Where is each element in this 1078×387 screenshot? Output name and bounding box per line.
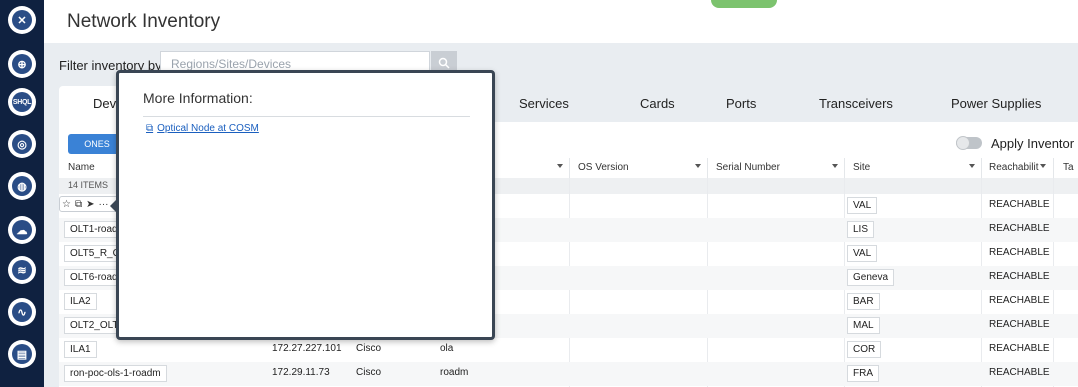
type-cell: ola — [440, 343, 454, 354]
column-site[interactable]: Site — [853, 162, 870, 173]
site-cell: MAL — [847, 317, 880, 334]
reachability-cell: REACHABLE — [989, 247, 1050, 258]
table-row[interactable]: ILA1 172.27.227.101 Cisco ola COR REACHA… — [59, 338, 1078, 362]
sort-arrow-icon[interactable] — [1040, 164, 1046, 168]
name-cell[interactable]: ILA1 — [64, 341, 97, 358]
locate-arrow-icon[interactable]: ➤ — [86, 199, 94, 210]
apply-inventory-label: Apply Inventor — [991, 136, 1075, 151]
app-header: Network Inventory — [44, 0, 1078, 43]
reachability-cell: REACHABLE — [989, 367, 1050, 378]
page-title: Network Inventory — [67, 11, 221, 32]
reachability-cell: REACHABLE — [989, 295, 1050, 306]
vendor-cell: Cisco — [356, 343, 382, 354]
nav-network-icon[interactable]: ⊕ — [8, 50, 36, 78]
more-info-popup: More Information: ⧉ Optical Node at COSM — [110, 70, 495, 340]
external-link-icon: ⧉ — [146, 123, 154, 134]
table-row[interactable]: ron-poc-ols-1-roadm 172.29.11.73 Cisco r… — [59, 362, 1078, 386]
site-cell: VAL — [847, 245, 878, 262]
ip-cell: 172.29.11.73 — [272, 367, 330, 378]
name-cell[interactable]: OLT1-road — [64, 221, 124, 238]
nav-shql-icon[interactable]: SHQL — [8, 88, 36, 116]
site-cell: VAL — [847, 197, 878, 214]
reachability-cell: REACHABLE — [989, 199, 1050, 210]
name-cell[interactable]: OLT6-road — [64, 269, 124, 286]
nav-document-icon[interactable]: ▤ — [8, 340, 36, 368]
more-options-icon[interactable]: ··· — [99, 199, 109, 210]
nav-rail: ✕ ⊕ SHQL ◎ ◍ ☁ ≋ ∿ ▤ — [0, 0, 44, 387]
popup-title: More Information: — [143, 90, 253, 106]
favorite-star-icon[interactable]: ☆ — [62, 199, 71, 210]
sort-arrow-icon[interactable] — [695, 164, 701, 168]
apply-inventory-toggle[interactable] — [956, 136, 982, 150]
nav-cloud-icon[interactable]: ☁ — [8, 216, 36, 244]
popup-divider — [143, 116, 470, 117]
nav-layers-icon[interactable]: ≋ — [8, 256, 36, 284]
site-cell: FRA — [847, 365, 879, 382]
column-name[interactable]: Name — [68, 162, 95, 173]
reachability-cell: REACHABLE — [989, 223, 1050, 234]
item-count: 14 ITEMS — [68, 180, 109, 190]
tab-power-supplies[interactable]: Power Supplies — [951, 96, 1041, 111]
column-os-version[interactable]: OS Version — [578, 162, 629, 173]
optical-node-link-label: Optical Node at COSM — [157, 123, 259, 134]
site-cell: Geneva — [847, 269, 895, 286]
nav-chart-icon[interactable]: ∿ — [8, 298, 36, 326]
column-serial-number[interactable]: Serial Number — [716, 162, 780, 173]
tab-transceivers[interactable]: Transceivers — [819, 96, 893, 111]
toggle-knob — [956, 136, 970, 150]
sort-arrow-icon[interactable] — [969, 164, 975, 168]
tab-ports[interactable]: Ports — [726, 96, 756, 111]
vendor-cell: Cisco — [356, 367, 382, 378]
site-cell: COR — [847, 341, 882, 358]
nav-stack-icon[interactable]: ◍ — [8, 172, 36, 200]
site-cell: LIS — [847, 221, 875, 238]
tab-services[interactable]: Services — [519, 96, 569, 111]
top-status-pill[interactable] — [711, 0, 777, 8]
reachability-cell: REACHABLE — [989, 271, 1050, 282]
reachability-cell: REACHABLE — [989, 319, 1050, 330]
ip-cell: 172.27.227.101 — [272, 343, 342, 354]
reachability-cell: REACHABLE — [989, 343, 1050, 354]
nav-spiral-icon[interactable]: ◎ — [8, 130, 36, 158]
column-reachability[interactable]: Reachabilit — [989, 162, 1038, 173]
sort-arrow-icon[interactable] — [557, 164, 563, 168]
tab-cards[interactable]: Cards — [640, 96, 675, 111]
name-cell[interactable]: ILA2 — [64, 293, 97, 310]
tab-devices[interactable]: Devi — [59, 86, 119, 122]
optical-node-link[interactable]: ⧉ Optical Node at COSM — [146, 123, 259, 134]
sort-arrow-icon[interactable] — [832, 164, 838, 168]
external-link-icon[interactable]: ⧉ — [75, 199, 82, 210]
site-cell: BAR — [847, 293, 880, 310]
popup-pointer — [110, 200, 116, 212]
name-cell[interactable]: ron-poc-ols-1-roadm — [64, 365, 167, 382]
nav-home-icon[interactable]: ✕ — [8, 6, 36, 34]
type-cell: roadm — [440, 367, 469, 378]
search-icon — [438, 57, 450, 69]
column-tags[interactable]: Ta — [1063, 162, 1074, 173]
